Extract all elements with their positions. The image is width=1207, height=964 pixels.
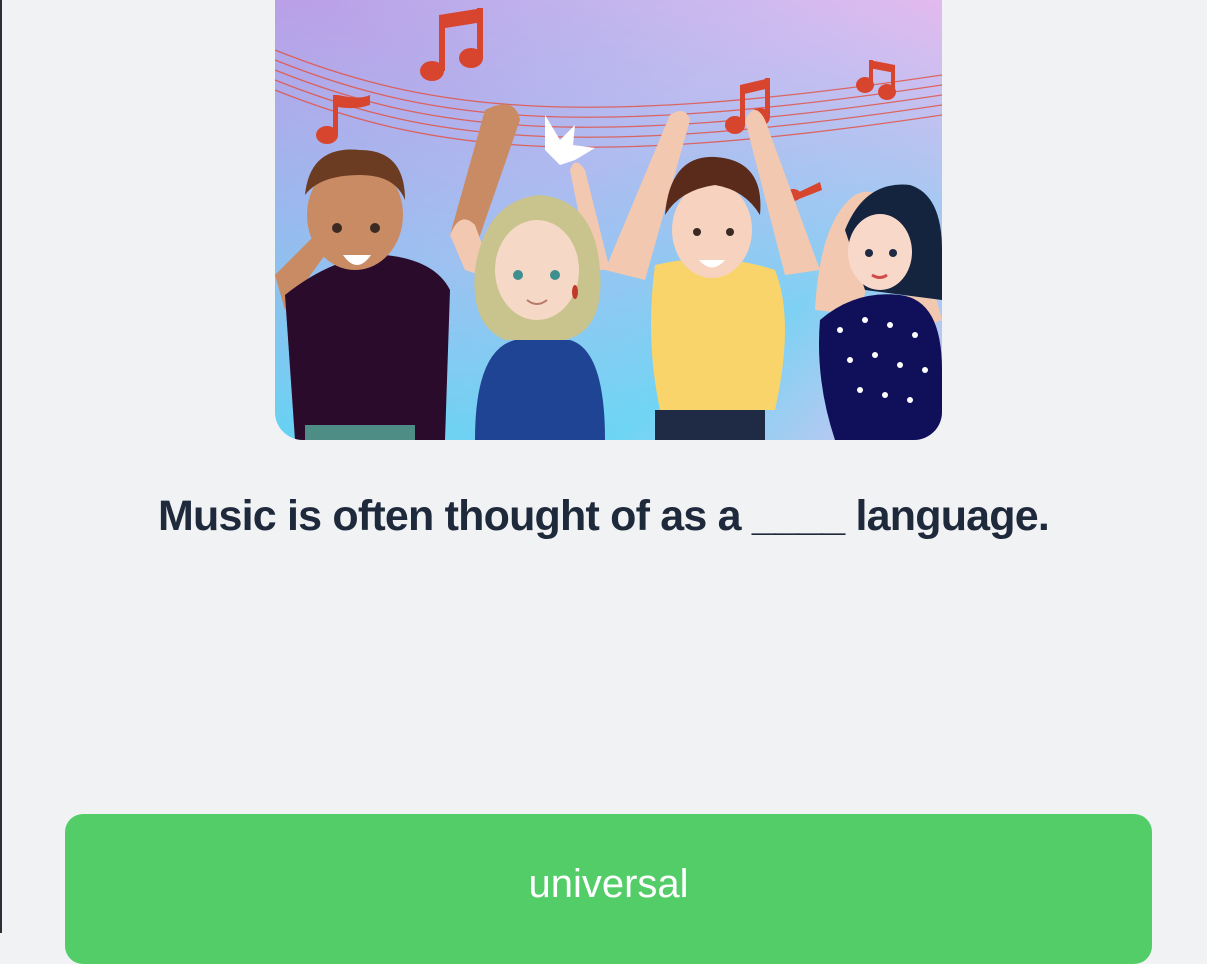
question-text: Music is often thought of as a ____ lang… bbox=[157, 492, 1050, 540]
answer-label: universal bbox=[528, 862, 689, 906]
music-illustration bbox=[275, 0, 942, 440]
answer-button-universal[interactable]: universal bbox=[65, 814, 1152, 964]
window-edge bbox=[0, 0, 2, 933]
